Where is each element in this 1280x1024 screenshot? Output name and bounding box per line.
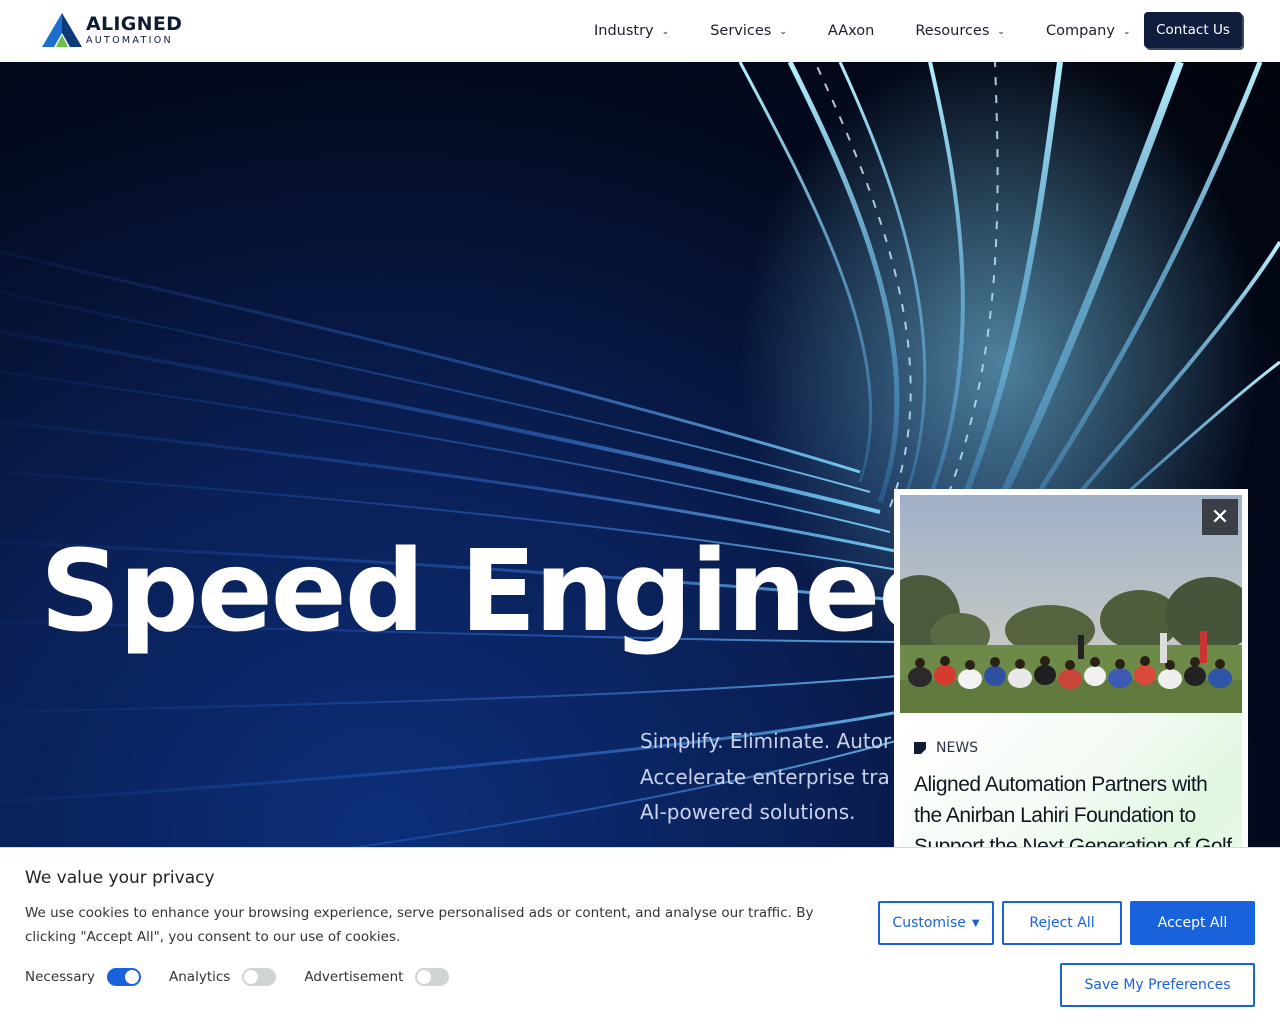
save-preferences-button[interactable]: Save My Preferences <box>1060 963 1255 1007</box>
news-tag: NEWS <box>914 740 978 756</box>
contact-us-button[interactable]: Contact Us <box>1144 12 1242 48</box>
chevron-down-icon: ⌄ <box>779 27 787 37</box>
chevron-down-icon: ⌄ <box>997 27 1005 37</box>
brand-tagline: AUTOMATION <box>86 34 173 46</box>
logo-mark-icon <box>42 13 82 47</box>
toggle-advertisement[interactable] <box>415 968 450 986</box>
toggle-necessary[interactable] <box>107 968 142 986</box>
nav-item-resources[interactable]: Resources ⌄ <box>915 23 1005 39</box>
chevron-down-icon: ⌄ <box>1122 27 1131 37</box>
news-photo <box>900 495 1242 713</box>
news-photo-image <box>900 495 1242 713</box>
nav-item-industry[interactable]: Industry ⌄ <box>594 23 669 39</box>
news-popup-card[interactable]: ✕ NEWS Aligned Automation Partners with … <box>894 489 1248 889</box>
toggle-label-analytics: Analytics <box>169 969 231 985</box>
site-header: ALIGNED AUTOMATION Industry ⌄ Services ⌄… <box>0 0 1280 62</box>
brand-logo[interactable]: ALIGNED AUTOMATION <box>42 13 182 47</box>
close-icon[interactable]: ✕ <box>1202 499 1238 535</box>
cookie-toggles: Necessary Analytics Advertisement <box>25 968 477 986</box>
cookie-description: We use cookies to enhance your browsing … <box>25 905 814 945</box>
reject-all-button[interactable]: Reject All <box>1002 901 1122 945</box>
nav-item-company[interactable]: Company ⌄ <box>1046 23 1131 39</box>
toggle-label-necessary: Necessary <box>25 969 96 985</box>
brand-name: ALIGNED <box>86 12 183 35</box>
nav-item-aaxon[interactable]: AAxon <box>828 23 874 39</box>
chevron-down-icon: ⌄ <box>661 27 670 37</box>
caret-down-icon: ▼ <box>971 917 980 929</box>
nav-item-services[interactable]: Services ⌄ <box>710 23 787 39</box>
customise-button[interactable]: Customise ▼ <box>878 901 994 945</box>
hero-subtitle: Simplify. Eliminate. Autor Accelerate en… <box>640 729 892 824</box>
accept-all-button[interactable]: Accept All <box>1130 901 1255 945</box>
toggle-label-advertisement: Advertisement <box>304 969 404 985</box>
toggle-analytics[interactable] <box>242 968 277 986</box>
cookie-title: We value your privacy <box>25 868 215 888</box>
hero-title: Speed Engineer <box>40 527 1008 657</box>
main-nav: Industry ⌄ Services ⌄ AAxon Resources ⌄ … <box>594 0 1131 62</box>
bookmark-icon <box>914 742 926 754</box>
cookie-consent-banner: We value your privacy We use cookies to … <box>0 847 1280 1024</box>
